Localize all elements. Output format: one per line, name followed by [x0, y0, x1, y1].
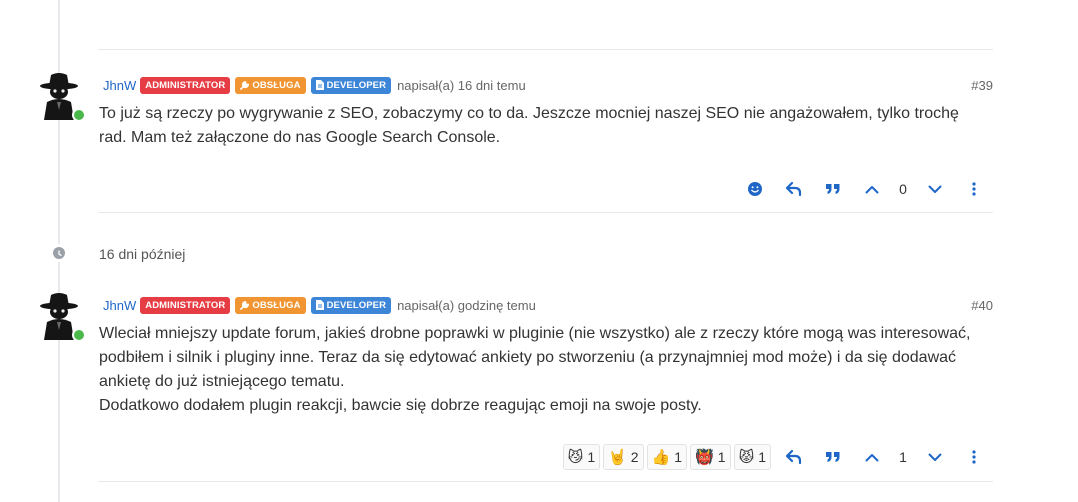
- online-indicator: [72, 328, 86, 342]
- badge-administrator: ADMINISTRATOR: [140, 296, 231, 314]
- post-39: JhnW ADMINISTRATOR OBSŁUGA DEVELOPER nap…: [0, 70, 1078, 212]
- reaction-emoji: 👹: [695, 449, 714, 466]
- upvote-icon: [865, 185, 878, 193]
- badge-administrator: ADMINISTRATOR: [140, 76, 231, 94]
- reaction-pill[interactable]: 👹 1: [690, 444, 731, 470]
- post-number[interactable]: #40: [971, 298, 993, 313]
- downvote-icon: [928, 185, 941, 193]
- quote-button[interactable]: [813, 451, 852, 463]
- downvote-button[interactable]: [915, 453, 954, 462]
- upvote-button[interactable]: [852, 453, 891, 462]
- reaction-count: 1: [717, 449, 726, 465]
- badge-developer: DEVELOPER: [310, 296, 392, 314]
- more-icon: [971, 182, 976, 196]
- time-gap: 16 dni później: [0, 240, 600, 268]
- quote-icon: [825, 184, 839, 194]
- post-separator: [98, 49, 993, 50]
- reply-button[interactable]: [774, 450, 813, 464]
- reply-icon: [785, 182, 801, 196]
- post-separator: [98, 212, 993, 213]
- author-name[interactable]: JhnW: [103, 78, 136, 93]
- file-icon: [315, 300, 324, 310]
- post-actions: 😼 1 🤘 2 👍 1 👹 1 😾 1 1: [562, 444, 993, 470]
- post-time[interactable]: napisał(a) godzinę temu: [397, 298, 536, 313]
- vote-count: 1: [899, 449, 907, 465]
- reaction-count: 1: [587, 449, 596, 465]
- badge-developer: DEVELOPER: [310, 76, 392, 94]
- upvote-icon: [865, 453, 878, 461]
- more-options-button[interactable]: [954, 182, 993, 196]
- post-meta: JhnW ADMINISTRATOR OBSŁUGA DEVELOPER nap…: [103, 76, 526, 94]
- post-paragraph: Wleciał mniejszy update forum, jakieś dr…: [99, 325, 971, 390]
- avatar[interactable]: [38, 292, 86, 342]
- reaction-count: 2: [630, 449, 639, 465]
- reaction-pill[interactable]: 👍 1: [646, 444, 688, 470]
- reaction-count: 1: [674, 449, 683, 465]
- author-name[interactable]: JhnW: [103, 298, 136, 313]
- online-indicator: [72, 108, 86, 122]
- downvote-button[interactable]: [915, 185, 954, 194]
- wrench-icon: [240, 80, 250, 90]
- downvote-icon: [928, 453, 941, 461]
- reply-button[interactable]: [774, 182, 813, 196]
- reaction-emoji: 👍: [651, 449, 671, 466]
- time-gap-label: 16 dni później: [99, 246, 186, 262]
- avatar[interactable]: [38, 72, 86, 122]
- badge-obsluga: OBSŁUGA: [235, 296, 306, 314]
- reaction-pill[interactable]: 😼 1: [562, 444, 601, 470]
- reply-icon: [785, 450, 801, 464]
- post-time[interactable]: napisał(a) 16 dni temu: [397, 78, 526, 93]
- post-paragraph: Dodatkowo dodałem plugin reakcji, bawcie…: [99, 397, 702, 414]
- post-40: JhnW ADMINISTRATOR OBSŁUGA DEVELOPER nap…: [0, 290, 1078, 480]
- file-icon: [315, 80, 324, 90]
- react-button[interactable]: [735, 181, 774, 197]
- reaction-emoji: 😼: [567, 449, 584, 466]
- reaction-count: 1: [758, 449, 766, 465]
- post-actions: 0: [735, 176, 993, 202]
- post-number[interactable]: #39: [971, 78, 993, 93]
- post-paragraph: To już są rzeczy po wygrywanie z SEO, zo…: [99, 105, 959, 146]
- upvote-button[interactable]: [852, 185, 891, 194]
- wrench-icon: [240, 300, 250, 310]
- post-meta: JhnW ADMINISTRATOR OBSŁUGA DEVELOPER nap…: [103, 296, 536, 314]
- more-icon: [971, 450, 976, 464]
- reaction-emoji: 🤘: [608, 449, 627, 466]
- reaction-pill[interactable]: 😾 1: [733, 444, 771, 470]
- post-content: Wleciał mniejszy update forum, jakieś dr…: [99, 322, 979, 418]
- smiley-icon: [747, 182, 762, 196]
- more-options-button[interactable]: [954, 450, 993, 464]
- reaction-emoji: 😾: [738, 449, 755, 466]
- post-separator: [98, 481, 993, 482]
- vote-count: 0: [899, 181, 907, 197]
- reaction-pill[interactable]: 🤘 2: [603, 444, 644, 470]
- quote-button[interactable]: [813, 183, 852, 195]
- badge-obsluga: OBSŁUGA: [235, 76, 306, 94]
- post-content: To już są rzeczy po wygrywanie z SEO, zo…: [99, 102, 979, 150]
- quote-icon: [825, 452, 839, 462]
